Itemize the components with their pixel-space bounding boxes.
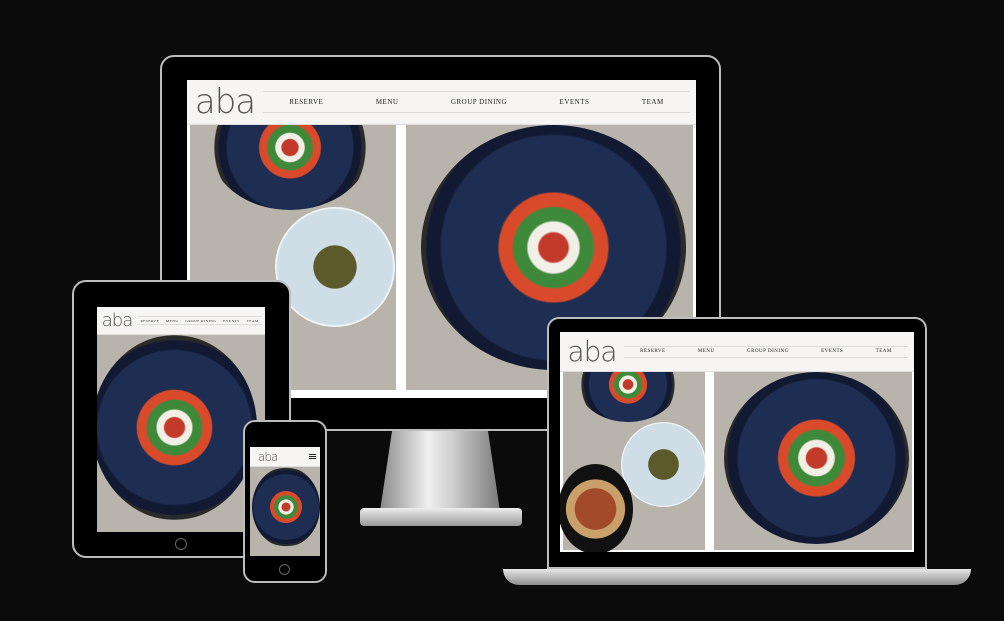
- nav-reserve[interactable]: Reserve: [640, 349, 665, 354]
- food-image-left: [560, 347, 706, 552]
- nav-events[interactable]: Events: [821, 349, 843, 354]
- site-nav: aba Reserve Menu Group Dining Events Tea…: [187, 80, 696, 125]
- site-logo[interactable]: aba: [187, 82, 263, 122]
- laptop-base: [503, 569, 971, 585]
- nav-menu[interactable]: Menu: [166, 319, 178, 323]
- nav-reserve[interactable]: Reserve: [289, 98, 323, 106]
- site-logo[interactable]: aba: [560, 335, 624, 368]
- monitor-stand: [380, 431, 500, 511]
- phone-home-button: [279, 564, 290, 575]
- nav-group-dining[interactable]: Group Dining: [747, 349, 789, 354]
- site-logo[interactable]: aba: [97, 310, 137, 331]
- food-image: [250, 467, 320, 556]
- nav-team[interactable]: Team: [247, 319, 259, 323]
- nav-team[interactable]: Team: [642, 98, 664, 106]
- nav-group-dining[interactable]: Group Dining: [185, 319, 216, 323]
- nav-reserve[interactable]: Reserve: [140, 319, 159, 323]
- laptop-screen: aba Reserve Menu Group Dining Events Team: [560, 332, 914, 552]
- food-image: [97, 335, 265, 532]
- tablet-screen: aba Reserve Menu Group Dining Events Team: [97, 307, 265, 532]
- nav-menu[interactable]: Menu: [698, 349, 715, 354]
- nav-events[interactable]: Events: [223, 319, 239, 323]
- food-image-right: [714, 372, 912, 550]
- nav-team[interactable]: Team: [876, 349, 892, 354]
- site-logo[interactable]: aba: [258, 450, 278, 464]
- monitor-base: [360, 508, 522, 526]
- hamburger-icon[interactable]: [309, 454, 316, 459]
- nav-group-dining[interactable]: Group Dining: [451, 98, 507, 106]
- nav-events[interactable]: Events: [560, 98, 590, 106]
- nav-menu[interactable]: Menu: [376, 98, 399, 106]
- phone-screen: aba: [250, 447, 320, 556]
- tablet-home-button: [175, 538, 187, 550]
